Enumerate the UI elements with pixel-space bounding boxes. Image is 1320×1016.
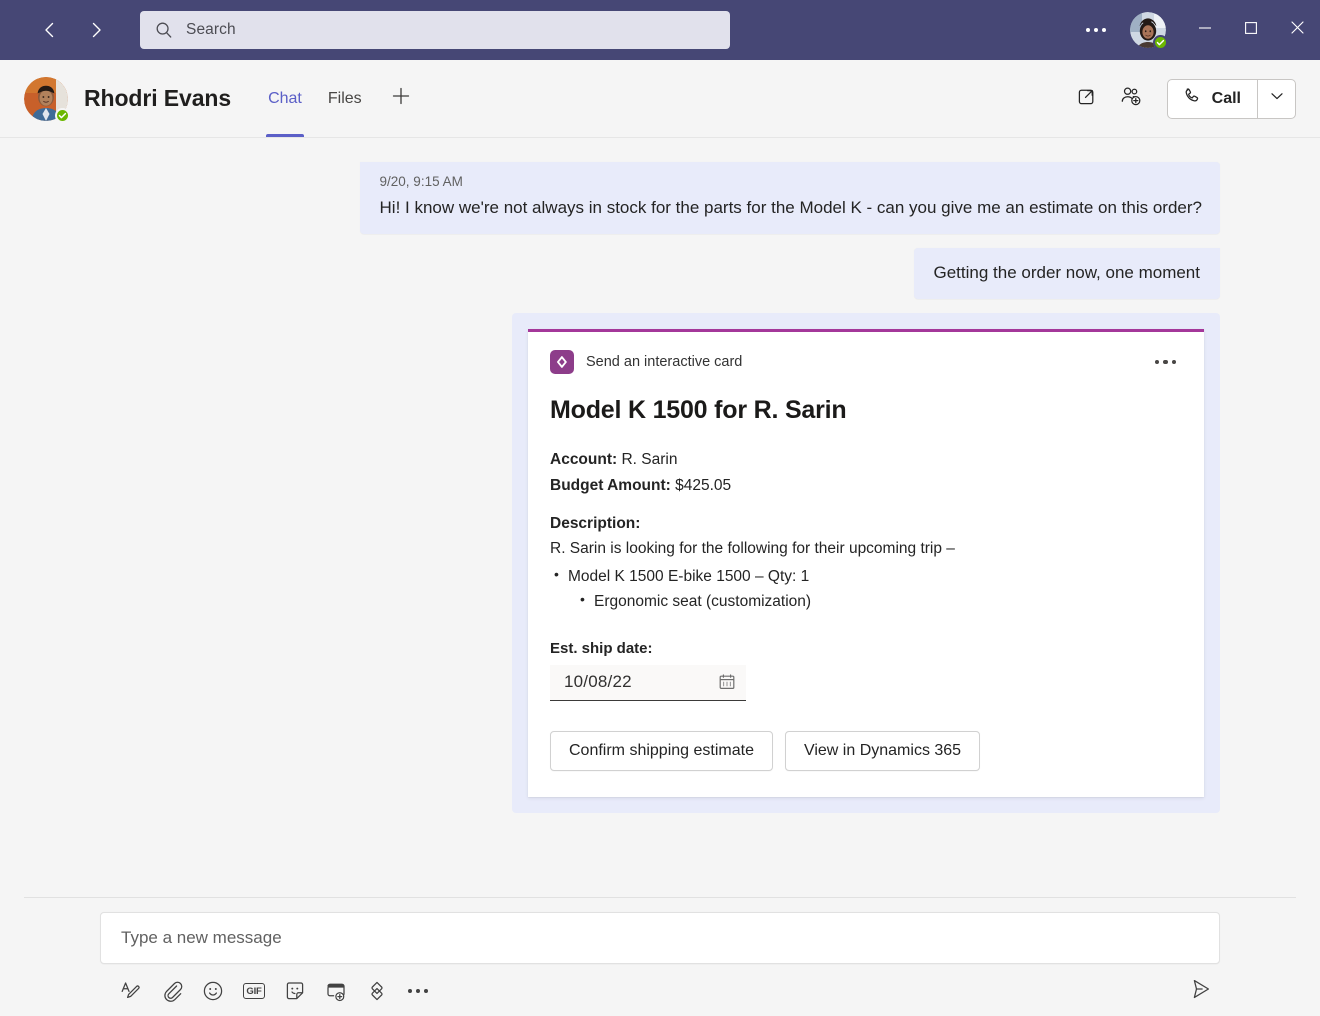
title-bar: Search xyxy=(0,0,1320,60)
ship-date-label: Est. ship date: xyxy=(550,639,653,657)
tab-chat[interactable]: Chat xyxy=(255,60,315,137)
tab-files[interactable]: Files xyxy=(315,60,375,137)
forward-button[interactable] xyxy=(80,14,112,46)
call-button[interactable]: Call xyxy=(1168,80,1257,118)
card-field-budget-label: Budget Amount: xyxy=(550,476,671,494)
call-button-label: Call xyxy=(1211,89,1241,107)
presence-badge-available xyxy=(55,107,70,123)
navigation-arrows xyxy=(34,14,112,46)
sticker-icon[interactable] xyxy=(278,974,312,1008)
add-people-icon xyxy=(1119,84,1143,113)
card-field-budget-value: $425.05 xyxy=(675,476,732,494)
card-bullet-list: Model K 1500 E-bike 1500 – Qty: 1 Ergono… xyxy=(550,563,1182,614)
chevron-right-icon xyxy=(85,19,107,41)
calendar-icon[interactable] xyxy=(718,673,736,691)
title-bar-right xyxy=(1074,0,1320,60)
attach-icon[interactable] xyxy=(155,974,189,1008)
message-row-outgoing: Getting the order now, one moment xyxy=(24,247,1220,299)
call-options-button[interactable] xyxy=(1257,79,1295,118)
ellipsis-icon xyxy=(1086,28,1106,32)
message-bubble-incoming[interactable]: 9/20, 9:15 AM Hi! I know we're not alway… xyxy=(359,162,1220,234)
chevron-down-icon xyxy=(1268,87,1286,110)
search-icon xyxy=(154,20,174,40)
add-tab-button[interactable] xyxy=(381,60,421,137)
chat-header-actions: Call xyxy=(1067,78,1296,119)
search-bar[interactable]: Search xyxy=(140,11,730,49)
contact-avatar[interactable] xyxy=(24,76,70,123)
close-icon xyxy=(1289,19,1306,41)
gif-icon[interactable]: GIF xyxy=(237,974,271,1008)
confirm-shipping-estimate-button[interactable]: Confirm shipping estimate xyxy=(550,730,773,771)
popout-chat-button[interactable] xyxy=(1067,79,1107,119)
maximize-button[interactable] xyxy=(1228,0,1274,60)
format-icon[interactable] xyxy=(114,974,148,1008)
message-list: 9/20, 9:15 AM Hi! I know we're not alway… xyxy=(0,138,1320,897)
phone-icon xyxy=(1182,86,1202,111)
compose-toolbar: GIF xyxy=(100,966,1220,1016)
close-button[interactable] xyxy=(1274,0,1320,60)
page-title: Rhodri Evans xyxy=(84,85,232,111)
compose-area: Type a new message GIF xyxy=(0,898,1320,1016)
message-input-placeholder: Type a new message xyxy=(121,928,282,947)
schedule-meeting-icon[interactable] xyxy=(319,974,353,1008)
list-item: Ergonomic seat (customization) xyxy=(550,588,1182,614)
card-description-text: R. Sarin is looking for the following fo… xyxy=(550,539,955,557)
list-item: Model K 1500 E-bike 1500 – Qty: 1 xyxy=(550,563,1182,589)
maximize-icon xyxy=(1243,20,1259,41)
minimize-button[interactable] xyxy=(1182,0,1228,60)
adaptive-card-container: Send an interactive card Model K 1500 fo… xyxy=(512,312,1220,813)
power-apps-icon xyxy=(550,349,574,374)
tab-files-label: Files xyxy=(327,89,362,107)
add-people-button[interactable] xyxy=(1111,79,1151,119)
card-field-account-label: Account: xyxy=(550,450,618,468)
presence-badge-available xyxy=(1153,35,1168,50)
emoji-icon[interactable] xyxy=(196,974,230,1008)
card-field-account: Account: R. Sarin xyxy=(550,447,1182,473)
tab-chat-label: Chat xyxy=(268,89,302,107)
message-bubble-outgoing[interactable]: Getting the order now, one moment xyxy=(913,247,1220,299)
search-placeholder: Search xyxy=(186,21,236,38)
message-timestamp: 9/20, 9:15 AM xyxy=(379,174,463,189)
card-field-budget: Budget Amount: $425.05 xyxy=(550,473,1182,499)
account-avatar[interactable] xyxy=(1130,12,1168,50)
plus-icon xyxy=(390,85,412,112)
more-options-icon[interactable] xyxy=(401,974,435,1008)
ship-date-input[interactable]: 10/08/22 xyxy=(550,664,746,701)
card-field-account-value: R. Sarin xyxy=(621,450,678,468)
ship-date-value: 10/08/22 xyxy=(564,672,632,692)
card-title: Model K 1500 for R. Sarin xyxy=(550,395,847,424)
card-app-bar: Send an interactive card xyxy=(550,349,1183,374)
message-row-incoming: 9/20, 9:15 AM Hi! I know we're not alway… xyxy=(24,162,1220,234)
minimize-icon xyxy=(1197,20,1213,41)
view-in-dynamics-button[interactable]: View in Dynamics 365 xyxy=(784,730,981,771)
gif-label: GIF xyxy=(243,983,265,999)
popout-icon xyxy=(1076,85,1098,112)
back-button[interactable] xyxy=(34,14,66,46)
card-actions: Confirm shipping estimate View in Dynami… xyxy=(550,730,1182,771)
send-icon xyxy=(1188,976,1214,1007)
message-text: Getting the order now, one moment xyxy=(933,262,1201,282)
chat-tabs: Chat Files xyxy=(255,60,421,137)
settings-and-more-button[interactable] xyxy=(1074,8,1118,52)
teams-window: Search Rhodri Evans Chat Files Call 9/20… xyxy=(0,0,1320,1016)
loop-component-icon[interactable] xyxy=(360,974,394,1008)
card-overflow-button[interactable] xyxy=(1149,354,1183,371)
adaptive-card: Send an interactive card Model K 1500 fo… xyxy=(528,328,1204,797)
card-app-name: Send an interactive card xyxy=(586,353,743,370)
message-input[interactable]: Type a new message xyxy=(100,912,1220,964)
message-text: Hi! I know we're not always in stock for… xyxy=(379,198,1202,217)
send-button[interactable] xyxy=(1182,972,1220,1010)
call-button-group: Call xyxy=(1166,78,1296,119)
chevron-left-icon xyxy=(39,19,61,41)
card-description-label: Description: xyxy=(550,514,641,532)
chat-header: Rhodri Evans Chat Files Call xyxy=(0,60,1320,138)
